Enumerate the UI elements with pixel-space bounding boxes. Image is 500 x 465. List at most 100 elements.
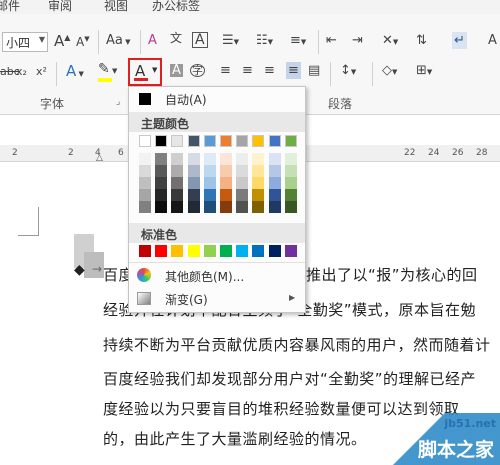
justify-button[interactable]: ≡ (286, 62, 301, 79)
theme-shade-swatch[interactable] (203, 189, 216, 201)
theme-shade-swatch[interactable] (187, 153, 200, 165)
theme-color-swatch[interactable] (236, 135, 249, 147)
theme-shade-swatch[interactable] (220, 201, 232, 213)
theme-color-swatch[interactable] (220, 135, 232, 147)
theme-shade-swatch[interactable] (268, 201, 281, 213)
standard-color-swatch[interactable] (171, 245, 184, 257)
theme-shade-swatch[interactable] (155, 177, 168, 189)
char-border-button[interactable]: A (192, 32, 208, 48)
auto-color-item[interactable]: 自动(A) (129, 88, 305, 110)
theme-shade-swatch[interactable] (171, 201, 184, 213)
standard-color-swatch[interactable] (252, 245, 265, 257)
theme-shade-swatch[interactable] (284, 189, 297, 201)
grow-font-button[interactable]: A▲ (54, 34, 70, 49)
char-shading-button[interactable]: A (170, 64, 183, 77)
theme-shade-swatch[interactable] (252, 201, 265, 213)
borders-button[interactable]: ⊞▼ (416, 64, 432, 77)
theme-shade-swatch[interactable] (284, 165, 297, 177)
shrink-font-button[interactable]: A▼ (76, 36, 90, 49)
align-left-button[interactable]: ≡ (220, 64, 231, 77)
theme-shade-swatch[interactable] (203, 153, 216, 165)
theme-shade-swatch[interactable] (139, 201, 151, 213)
text-effects-button[interactable]: A ▼ (66, 64, 84, 79)
theme-shade-swatch[interactable] (220, 177, 232, 189)
theme-shade-swatch[interactable] (171, 165, 184, 177)
theme-shade-swatch[interactable] (268, 177, 281, 189)
standard-color-swatch[interactable] (155, 245, 168, 257)
numbering-button[interactable]: ☷▼ (256, 34, 273, 47)
increase-indent-button[interactable]: ⇥ (352, 34, 363, 47)
standard-color-swatch[interactable] (284, 245, 297, 257)
theme-shade-swatch[interactable] (203, 165, 216, 177)
theme-shade-swatch[interactable] (203, 177, 216, 189)
font-color-button[interactable]: A ▼ (128, 58, 162, 86)
theme-shade-swatch[interactable] (236, 201, 249, 213)
theme-shade-swatch[interactable] (268, 153, 281, 165)
align-right-button[interactable]: ≡ (264, 64, 275, 77)
theme-shade-swatch[interactable] (284, 153, 297, 165)
theme-shade-swatch[interactable] (252, 165, 265, 177)
enclose-char-button[interactable]: 字 (190, 64, 205, 77)
align-center-button[interactable]: ≡ (242, 64, 253, 77)
theme-shade-swatch[interactable] (139, 153, 151, 165)
theme-shade-swatch[interactable] (155, 165, 168, 177)
theme-shade-swatch[interactable] (252, 189, 265, 201)
theme-shade-swatch[interactable] (155, 189, 168, 201)
standard-color-swatch[interactable] (268, 245, 281, 257)
theme-color-swatch[interactable] (268, 135, 281, 147)
tab-view[interactable]: 视图 (104, 0, 128, 14)
line-spacing-icon[interactable]: ↕▼ (340, 64, 356, 77)
theme-shade-swatch[interactable] (155, 153, 168, 165)
bullets-button[interactable]: ☰▼ (222, 34, 239, 47)
standard-color-swatch[interactable] (220, 245, 232, 257)
font-dialog-launcher-icon[interactable]: ⌟ (116, 98, 120, 107)
theme-color-swatch[interactable] (139, 135, 151, 147)
distributed-button[interactable]: ▤ (308, 64, 320, 77)
chinese-layout-button[interactable]: ✕▼ (382, 34, 398, 47)
theme-shade-swatch[interactable] (236, 189, 249, 201)
theme-shade-swatch[interactable] (203, 201, 216, 213)
theme-shade-swatch[interactable] (220, 165, 232, 177)
theme-shade-swatch[interactable] (236, 153, 249, 165)
theme-shade-swatch[interactable] (155, 201, 168, 213)
theme-shade-swatch[interactable] (220, 153, 232, 165)
sort-button[interactable]: ⇅ (416, 34, 427, 47)
superscript-button[interactable]: x² (36, 66, 47, 77)
theme-shade-swatch[interactable] (171, 153, 184, 165)
theme-color-swatch[interactable] (155, 135, 168, 147)
standard-color-swatch[interactable] (187, 245, 200, 257)
theme-shade-swatch[interactable] (187, 201, 200, 213)
tab-mailings[interactable]: 邮件 (0, 0, 20, 14)
font-size-select[interactable]: 小四 ▼ (2, 32, 48, 52)
more-colors-item[interactable]: 其他颜色(M)... (129, 265, 305, 287)
phonetic-guide-button[interactable]: 文 (170, 32, 182, 44)
theme-shade-swatch[interactable] (171, 189, 184, 201)
theme-color-swatch[interactable] (284, 135, 297, 147)
theme-shade-swatch[interactable] (268, 189, 281, 201)
theme-shade-swatch[interactable] (252, 177, 265, 189)
subscript-button[interactable]: x₂ (16, 66, 27, 77)
theme-shade-swatch[interactable] (187, 189, 200, 201)
change-case-button[interactable]: Aa ▼ (106, 34, 130, 47)
theme-shade-swatch[interactable] (139, 165, 151, 177)
tab-office-tab[interactable]: 办公标签 (152, 0, 200, 14)
standard-color-swatch[interactable] (236, 245, 249, 257)
theme-shade-swatch[interactable] (187, 177, 200, 189)
theme-color-swatch[interactable] (187, 135, 200, 147)
theme-shade-swatch[interactable] (284, 201, 297, 213)
theme-shade-swatch[interactable] (252, 153, 265, 165)
standard-color-swatch[interactable] (203, 245, 216, 257)
theme-shade-swatch[interactable] (220, 189, 232, 201)
shading-bucket-icon[interactable]: ◇▼ (382, 64, 397, 77)
multilevel-list-button[interactable]: ≡▼ (290, 34, 306, 47)
theme-shade-swatch[interactable] (171, 177, 184, 189)
standard-color-swatch[interactable] (139, 245, 151, 257)
theme-shade-swatch[interactable] (236, 165, 249, 177)
theme-shade-swatch[interactable] (268, 165, 281, 177)
highlight-button[interactable]: ✎ ▼ (98, 62, 117, 76)
theme-shade-swatch[interactable] (139, 189, 151, 201)
gradient-item[interactable]: 渐变(G) ▶ (129, 288, 305, 310)
decrease-indent-button[interactable]: ⇤ (326, 34, 337, 47)
theme-color-swatch[interactable] (252, 135, 265, 147)
theme-color-swatch[interactable] (171, 135, 184, 147)
